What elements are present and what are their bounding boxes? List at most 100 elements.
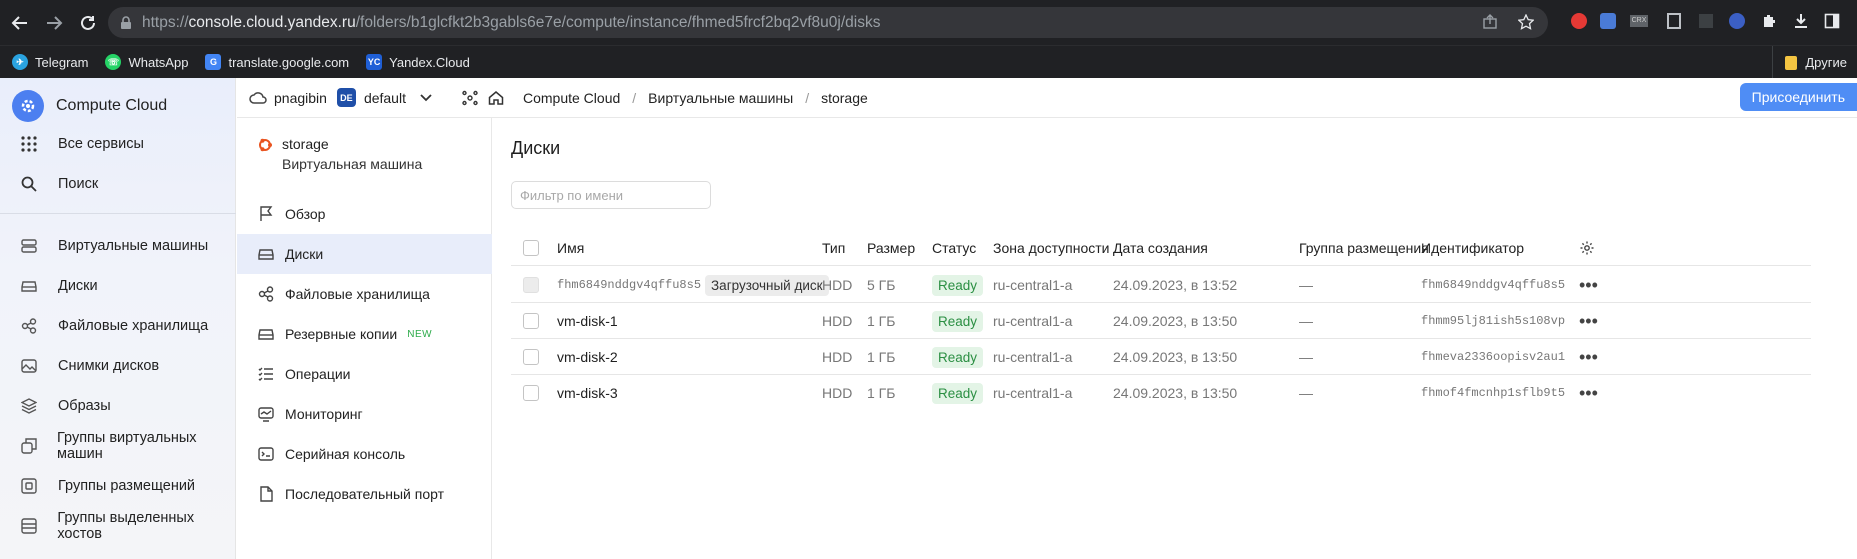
row-checkbox[interactable]: [523, 303, 539, 339]
sidebar-item-images[interactable]: Образы: [0, 386, 236, 426]
row-checkbox[interactable]: [523, 375, 539, 411]
other-bookmarks-label: Другие: [1805, 55, 1847, 70]
all-services-label: Все сервисы: [58, 136, 144, 152]
reload-button[interactable]: [68, 0, 108, 45]
row-actions-icon[interactable]: •••: [1579, 267, 1598, 303]
column-header-status[interactable]: Статус: [932, 230, 976, 266]
status-badge: Ready: [932, 310, 984, 332]
disk-name[interactable]: vm-disk-1: [557, 303, 618, 339]
tab-monitoring[interactable]: Мониторинг: [237, 394, 492, 434]
whatsapp-icon: ☏: [105, 54, 122, 70]
url-text[interactable]: https://console.cloud.yandex.ru/folders/…: [142, 14, 880, 32]
column-header-name[interactable]: Имя: [557, 230, 584, 266]
bookmark-label: Yandex.Cloud: [389, 54, 470, 70]
row-checkbox: [523, 267, 539, 303]
disk-id: fhm6849nddgv4qffu8s5: [1421, 278, 1566, 292]
status-cell: Ready: [932, 339, 984, 375]
folder-selector[interactable]: DE default: [336, 88, 432, 107]
cloud-name: pnagibin: [274, 89, 327, 106]
disk-created: 24.09.2023, в 13:50: [1113, 349, 1238, 365]
tab-label: Серийная консоль: [285, 446, 406, 462]
row-checkbox[interactable]: [523, 339, 539, 375]
backup-icon: [257, 325, 275, 343]
breadcrumb-compute-cloud[interactable]: Compute Cloud: [523, 90, 620, 106]
sidebar-item-vms[interactable]: Виртуальные машины: [0, 226, 236, 266]
connect-button[interactable]: Присоединить: [1739, 83, 1857, 111]
table-row[interactable]: vm-disk-3 HDD 1 ГБ Ready ru-central1-a 2…: [511, 375, 1811, 411]
table-row[interactable]: vm-disk-2 HDD 1 ГБ Ready ru-central1-a 2…: [511, 339, 1811, 375]
sidebar-item-placement-groups[interactable]: Группы размещений: [0, 466, 236, 506]
column-header-size[interactable]: Размер: [867, 230, 915, 266]
sidebar-item-host-groups[interactable]: Группы выделенных хостов: [0, 506, 236, 546]
tab-serial-port[interactable]: Последовательный порт: [237, 474, 492, 514]
other-bookmarks[interactable]: Другие: [1772, 46, 1857, 79]
column-header-zone[interactable]: Зона доступности: [993, 230, 1110, 266]
disk-size: 1 ГБ: [867, 349, 896, 365]
disk-placement-group: —: [1299, 277, 1313, 293]
disk-name[interactable]: vm-disk-2: [557, 339, 618, 375]
telegram-icon: ✈: [12, 54, 28, 70]
tab-operations[interactable]: Операции: [237, 354, 492, 394]
page-title: Диски: [511, 138, 561, 158]
search-button[interactable]: Поиск: [0, 164, 236, 204]
cloud-icon: [249, 91, 267, 104]
extension-translate-icon[interactable]: [1598, 11, 1618, 31]
tab-overview[interactable]: Обзор: [237, 194, 492, 234]
column-header-created[interactable]: Дата создания: [1113, 230, 1208, 266]
table-row[interactable]: fhm6849nddgv4qffu8s5 Загрузочный диск HD…: [511, 267, 1811, 303]
row-actions-icon[interactable]: •••: [1579, 375, 1598, 411]
service-brand[interactable]: Compute Cloud: [0, 84, 236, 128]
sidebar-item-label: Группы размещений: [58, 478, 196, 494]
new-badge: NEW: [407, 328, 433, 340]
extension-red-icon[interactable]: [1569, 11, 1589, 31]
column-header-type[interactable]: Тип: [822, 230, 845, 266]
tab-serial-console[interactable]: Серийная консоль: [237, 434, 492, 474]
address-bar[interactable]: https://console.cloud.yandex.ru/folders/…: [108, 7, 1548, 38]
disk-placement-group: —: [1299, 313, 1313, 329]
row-actions-icon[interactable]: •••: [1579, 339, 1598, 375]
all-services-button[interactable]: Все сервисы: [0, 124, 236, 164]
table-settings-icon[interactable]: [1579, 230, 1595, 266]
bookmark-telegram[interactable]: ✈ Telegram: [12, 54, 88, 70]
hierarchy-icon[interactable]: [462, 90, 478, 106]
bookmark-google-translate[interactable]: G translate.google.com: [205, 54, 349, 70]
select-all-checkbox[interactable]: [523, 230, 539, 266]
disk-name[interactable]: fhm6849nddgv4qffu8s5: [557, 278, 701, 292]
download-icon[interactable]: [1791, 11, 1811, 31]
url-path: /folders/b1glcfkt2b3gabls6e7e/compute/in…: [355, 13, 881, 31]
extension-globe-icon[interactable]: [1727, 11, 1747, 31]
sidebar-item-file-storages[interactable]: Файловые хранилища: [0, 306, 236, 346]
tab-disks[interactable]: Диски: [237, 234, 492, 274]
serial-port-icon: [257, 485, 275, 503]
share-icon[interactable]: [1482, 14, 1498, 30]
arrow-right-icon: [47, 15, 63, 30]
sidebar-item-instance-groups[interactable]: Группы виртуальных машин: [0, 426, 236, 466]
snapshot-icon: [20, 357, 38, 375]
operations-icon: [257, 365, 275, 383]
column-header-id[interactable]: Идентификатор: [1421, 230, 1524, 266]
breadcrumb-vms[interactable]: Виртуальные машины: [648, 90, 793, 106]
side-panel-icon[interactable]: [1822, 11, 1842, 31]
extensions-puzzle-icon[interactable]: [1759, 11, 1779, 31]
column-header-placement-group[interactable]: Группа размещения: [1299, 230, 1429, 266]
disk-name[interactable]: vm-disk-3: [557, 375, 618, 411]
name-filter-input[interactable]: [511, 181, 711, 209]
star-icon[interactable]: [1518, 14, 1534, 30]
tab-backups[interactable]: Резервные копии NEW: [237, 314, 492, 354]
bookmark-yandex-cloud[interactable]: YC Yandex.Cloud: [366, 54, 470, 70]
row-actions-icon[interactable]: •••: [1579, 303, 1598, 339]
tab-file-storages[interactable]: Файловые хранилища: [237, 274, 492, 314]
folder-icon: [1785, 55, 1798, 70]
bookmark-whatsapp[interactable]: ☏ WhatsApp: [105, 54, 188, 70]
extension-dark-icon[interactable]: [1696, 11, 1716, 31]
bookmark-label: translate.google.com: [228, 54, 350, 70]
extension-doc-icon[interactable]: [1664, 11, 1684, 31]
table-row[interactable]: vm-disk-1 HDD 1 ГБ Ready ru-central1-a 2…: [511, 303, 1811, 339]
home-icon[interactable]: [488, 90, 504, 106]
bookmark-label: WhatsApp: [128, 54, 189, 70]
disk-name-cell: fhm6849nddgv4qffu8s5 Загрузочный диск: [557, 267, 829, 303]
sidebar-item-disks[interactable]: Диски: [0, 266, 236, 306]
cloud-selector[interactable]: pnagibin: [249, 90, 327, 106]
sidebar-item-snapshots[interactable]: Снимки дисков: [0, 346, 236, 386]
extension-crx-icon[interactable]: CRX: [1629, 11, 1649, 31]
